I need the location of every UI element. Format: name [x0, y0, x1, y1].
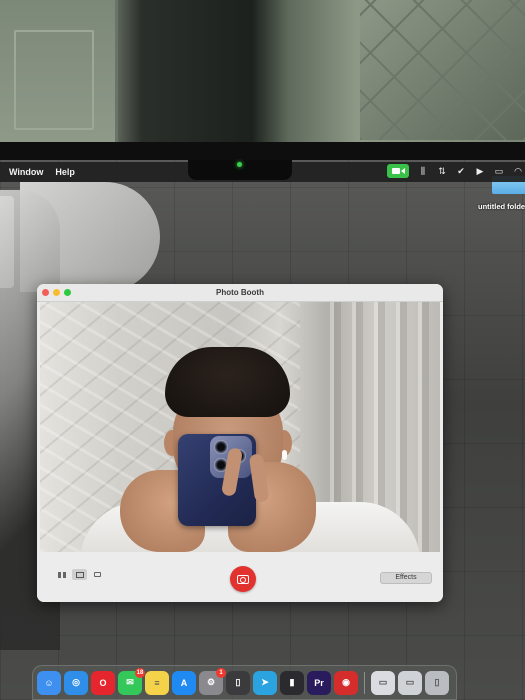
view-mode-switcher [54, 569, 105, 580]
dock-app-iphone-mirroring[interactable]: ▯ [226, 670, 250, 695]
window-titlebar[interactable]: Photo Booth [37, 284, 443, 302]
window-controls-bar: Effects [37, 552, 443, 602]
preview-window-icon: ▭ [378, 677, 388, 687]
airplay-icon[interactable]: ⇅ [437, 166, 447, 176]
folder-label: untitled folder [478, 202, 525, 211]
messages-icon: ✉ [126, 677, 134, 687]
check-icon[interactable]: ✔ [456, 166, 466, 176]
premiere-pro-icon: Pr [314, 677, 324, 688]
dock-app-premiere-pro[interactable]: Pr [307, 670, 331, 695]
effects-button[interactable]: Effects [380, 572, 432, 584]
trash-icon: ▯ [434, 677, 440, 687]
dock-app-trash[interactable]: ▯ [425, 670, 449, 695]
finder-icon: ☺ [44, 677, 54, 688]
dock-app-app-store[interactable]: A [172, 670, 196, 695]
dock-app-notes[interactable]: ≡ [145, 670, 169, 695]
photo-view-icon[interactable] [72, 569, 87, 580]
notification-badge: 18 [135, 667, 145, 678]
window-title: Photo Booth [216, 288, 264, 297]
dock: ☺ ◎ O ✉ 18 ≡ A ⚙ 1 ▯ ➤ ▮ Pr ◉ ▭ ▭ ▯ [32, 665, 457, 700]
safari-icon: ◎ [72, 677, 80, 687]
mirrored-wall [360, 0, 525, 140]
take-photo-button[interactable] [230, 566, 256, 592]
sliders-icon[interactable]: ⫼ [418, 166, 428, 176]
status-area: ⫼ ⇅ ✔ ▶ ▭ ◠ [387, 164, 523, 178]
screen-photo: Window Help ⫼ ⇅ ✔ ▶ ▭ ◠ untitled folder … [0, 0, 525, 700]
camera-preview [40, 302, 440, 552]
dock-app-mail-window[interactable]: ▭ [398, 670, 422, 695]
play-icon[interactable]: ▶ [475, 166, 485, 176]
camera-notch [188, 160, 292, 180]
video-view-icon[interactable] [90, 569, 105, 580]
photo-booth-icon: ◉ [342, 677, 350, 687]
camera-icon [237, 574, 249, 584]
dock-app-opera[interactable]: O [91, 670, 115, 695]
door-panel [14, 30, 94, 130]
photo-booth-window: Photo Booth Effects [37, 284, 443, 602]
room-background [0, 0, 525, 160]
camera-indicator-light [237, 162, 242, 167]
phone-lens [214, 440, 228, 454]
iphone-mirroring-icon: ▯ [235, 677, 241, 687]
dock-separator [364, 671, 365, 694]
dock-app-final-cut[interactable]: ▮ [280, 670, 304, 695]
dock-app-telegram[interactable]: ➤ [253, 670, 277, 695]
person-hair [165, 347, 290, 417]
dock-app-photo-booth[interactable]: ◉ [334, 670, 358, 695]
notes-icon: ≡ [154, 677, 160, 688]
final-cut-icon: ▮ [289, 677, 295, 687]
bed-icon[interactable]: ▭ [494, 166, 504, 176]
door [0, 0, 118, 145]
facetime-camera-indicator[interactable] [387, 164, 409, 178]
menu-help[interactable]: Help [49, 167, 81, 177]
wifi-icon[interactable]: ◠ [513, 166, 523, 176]
dock-app-safari[interactable]: ◎ [64, 670, 88, 695]
dock-app-messages[interactable]: ✉ 18 [118, 667, 145, 695]
app-store-icon: A [180, 677, 188, 688]
grid-view-icon[interactable] [54, 569, 69, 580]
opera-icon: O [99, 677, 107, 688]
dock-app-finder[interactable]: ☺ [37, 670, 61, 695]
telegram-icon: ➤ [261, 677, 269, 687]
system-settings-icon: ⚙ [206, 677, 216, 687]
dock-app-system-settings[interactable]: ⚙ 1 [199, 667, 226, 695]
dock-app-preview-window[interactable]: ▭ [371, 670, 395, 695]
airpod [282, 450, 287, 460]
mail-window-icon: ▭ [405, 677, 415, 687]
menu-window[interactable]: Window [3, 167, 49, 177]
notification-badge: 1 [216, 667, 226, 678]
phone [178, 434, 256, 526]
